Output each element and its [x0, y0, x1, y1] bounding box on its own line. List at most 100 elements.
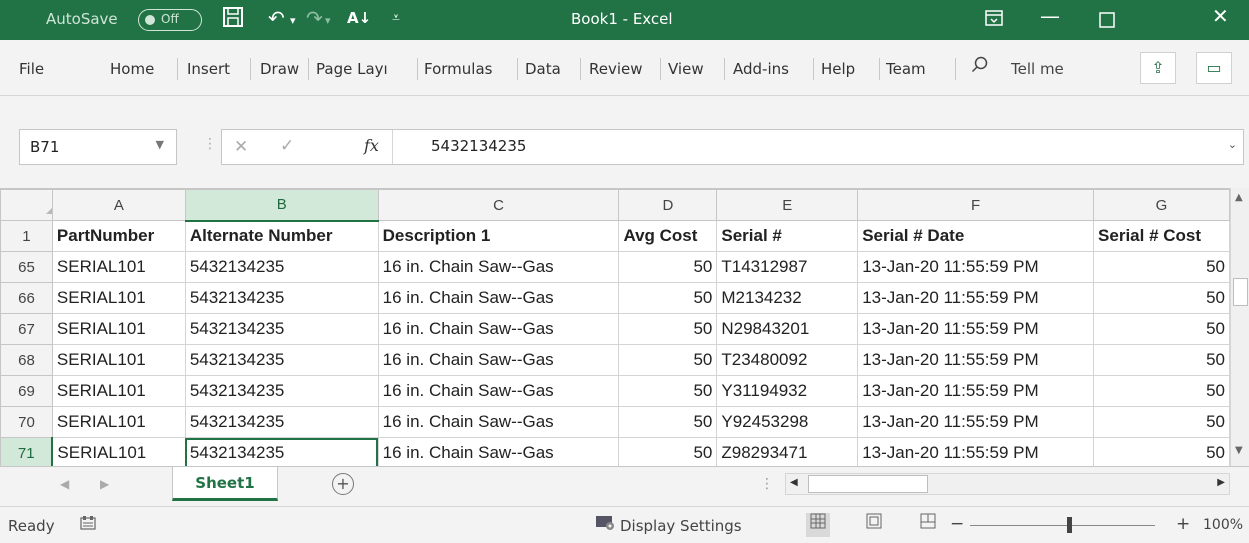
worksheet-grid[interactable]: A B C D E F G 1 PartNumber Alternate Num…: [0, 188, 1230, 466]
search-icon[interactable]: [971, 56, 989, 79]
cell[interactable]: 50: [1093, 375, 1230, 407]
scroll-up-icon[interactable]: ▲: [1235, 192, 1243, 203]
comments-button[interactable]: ▭: [1196, 52, 1232, 84]
cell[interactable]: 50: [618, 251, 718, 283]
cell[interactable]: SERIAL101: [51, 344, 186, 376]
column-header-e[interactable]: E: [716, 189, 859, 221]
autosave-toggle[interactable]: Off: [138, 9, 202, 31]
redo-dropdown-icon[interactable]: ▾: [325, 14, 331, 27]
column-header-c[interactable]: C: [377, 189, 620, 221]
cell[interactable]: 50: [618, 344, 718, 376]
row-header[interactable]: 70: [0, 406, 53, 438]
zoom-slider-thumb[interactable]: [1067, 517, 1072, 533]
page-break-view-icon[interactable]: [916, 513, 940, 537]
cell[interactable]: SERIAL101: [51, 406, 186, 438]
zoom-out-button[interactable]: −: [950, 514, 964, 534]
cell[interactable]: 50: [1093, 313, 1230, 345]
cell[interactable]: 16 in. Chain Saw--Gas: [377, 406, 620, 438]
zoom-in-button[interactable]: +: [1176, 514, 1190, 534]
scroll-down-icon[interactable]: ▼: [1235, 445, 1243, 456]
cell[interactable]: 13-Jan-20 11:55:59 PM: [857, 344, 1095, 376]
normal-view-icon[interactable]: [806, 513, 830, 537]
tab-file[interactable]: File: [19, 60, 44, 78]
cell[interactable]: 50: [618, 375, 718, 407]
row-header[interactable]: 65: [0, 251, 53, 283]
cell[interactable]: 5432134235: [184, 375, 379, 407]
cell[interactable]: 50: [1093, 251, 1230, 283]
cell[interactable]: 50: [1093, 437, 1230, 466]
column-header-a[interactable]: A: [51, 189, 186, 221]
tab-insert[interactable]: Insert: [187, 60, 230, 78]
tab-add-ins[interactable]: Add-ins: [733, 60, 789, 78]
scroll-right-icon[interactable]: ▶: [1217, 477, 1225, 488]
active-cell[interactable]: 5432134235: [184, 437, 379, 466]
select-all-corner[interactable]: [0, 189, 53, 221]
customize-toolbar-icon[interactable]: ⩡: [392, 10, 400, 26]
save-icon[interactable]: [222, 6, 244, 33]
add-sheet-icon[interactable]: +: [332, 473, 354, 495]
column-header-b[interactable]: B: [184, 189, 379, 222]
minimize-icon[interactable]: —: [1040, 4, 1060, 28]
row-header[interactable]: 66: [0, 282, 53, 314]
cell[interactable]: SERIAL101: [51, 313, 186, 345]
cell[interactable]: 50: [618, 313, 718, 345]
cancel-icon[interactable]: ✕: [234, 137, 248, 157]
redo-icon[interactable]: ↷: [306, 6, 323, 30]
cell[interactable]: Description 1: [377, 220, 620, 252]
cell[interactable]: N29843201: [716, 313, 859, 345]
cell[interactable]: SERIAL101: [51, 375, 186, 407]
page-layout-view-icon[interactable]: [862, 513, 886, 537]
enter-icon[interactable]: ✓: [280, 136, 294, 156]
cell[interactable]: PartNumber: [51, 220, 186, 252]
column-header-d[interactable]: D: [618, 189, 718, 221]
row-header[interactable]: 1: [0, 220, 53, 252]
vertical-scrollbar[interactable]: ▲ ▼: [1230, 188, 1249, 466]
scroll-left-icon[interactable]: ◀: [790, 477, 798, 488]
cell[interactable]: Y31194932: [716, 375, 859, 407]
insert-function-icon[interactable]: fx: [364, 136, 379, 155]
cell[interactable]: 16 in. Chain Saw--Gas: [377, 313, 620, 345]
maximize-icon[interactable]: [1099, 9, 1115, 33]
tell-me-search[interactable]: Tell me: [1011, 60, 1064, 78]
scroll-thumb[interactable]: [1233, 278, 1248, 306]
tab-team[interactable]: Team: [886, 60, 926, 78]
cell[interactable]: 16 in. Chain Saw--Gas: [377, 282, 620, 314]
cell[interactable]: M2134232: [716, 282, 859, 314]
cell[interactable]: 50: [1093, 344, 1230, 376]
row-header[interactable]: 71: [0, 437, 54, 466]
cell[interactable]: 50: [1093, 282, 1230, 314]
cell[interactable]: Avg Cost: [618, 220, 718, 252]
sheet-tab[interactable]: Sheet1: [172, 467, 278, 501]
cell[interactable]: 13-Jan-20 11:55:59 PM: [857, 406, 1095, 438]
scroll-thumb[interactable]: [808, 475, 928, 493]
tab-data[interactable]: Data: [525, 60, 561, 78]
cell[interactable]: T23480092: [716, 344, 859, 376]
ribbon-display-icon[interactable]: [985, 8, 1003, 32]
display-settings-icon[interactable]: [595, 515, 615, 535]
formula-input[interactable]: 5432134235: [431, 137, 526, 155]
zoom-slider[interactable]: [970, 525, 1155, 526]
cell[interactable]: 5432134235: [184, 344, 379, 376]
cell[interactable]: 5432134235: [184, 313, 379, 345]
macro-recording-icon[interactable]: [80, 515, 96, 535]
cell[interactable]: 16 in. Chain Saw--Gas: [377, 251, 620, 283]
row-header[interactable]: 67: [0, 313, 53, 345]
share-button[interactable]: ⇪: [1140, 52, 1176, 84]
cell[interactable]: Y92453298: [716, 406, 859, 438]
cell[interactable]: 13-Jan-20 11:55:59 PM: [857, 375, 1095, 407]
cell[interactable]: 50: [1093, 406, 1230, 438]
cell[interactable]: 16 in. Chain Saw--Gas: [377, 437, 620, 466]
tab-home[interactable]: Home: [110, 60, 154, 78]
tab-formulas[interactable]: Formulas: [424, 60, 492, 78]
tab-view[interactable]: View: [668, 60, 704, 78]
tab-review[interactable]: Review: [589, 60, 643, 78]
cell[interactable]: 50: [618, 406, 718, 438]
horizontal-scrollbar[interactable]: ◀ ▶: [785, 473, 1230, 495]
cell[interactable]: Z98293471: [716, 437, 859, 466]
undo-icon[interactable]: ↶: [268, 6, 285, 30]
formula-bar-grip-icon[interactable]: ⋮: [203, 136, 217, 152]
zoom-level[interactable]: 100%: [1203, 517, 1243, 533]
cell[interactable]: SERIAL101: [51, 282, 186, 314]
tab-help[interactable]: Help: [821, 60, 855, 78]
cell[interactable]: Serial # Date: [857, 220, 1095, 252]
